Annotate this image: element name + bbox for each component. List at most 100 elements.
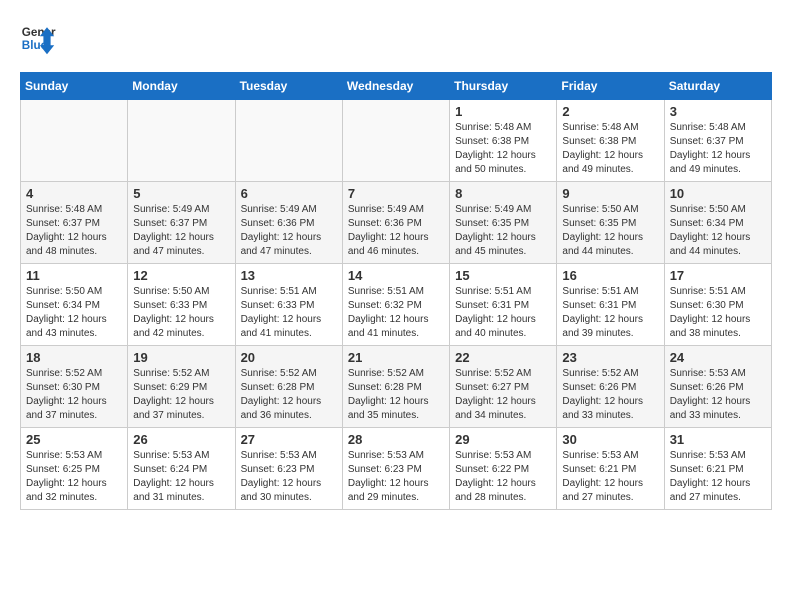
day-info: Sunrise: 5:50 AM Sunset: 6:33 PM Dayligh… [133, 285, 229, 341]
day-info: Sunrise: 5:49 AM Sunset: 6:36 PM Dayligh… [241, 203, 337, 259]
day-info: Sunrise: 5:49 AM Sunset: 6:36 PM Dayligh… [348, 203, 444, 259]
calendar-cell: 11 Sunrise: 5:50 AM Sunset: 6:34 PM Dayli… [21, 264, 128, 346]
calendar-cell: 26 Sunrise: 5:53 AM Sunset: 6:24 PM Dayli… [128, 428, 235, 510]
day-info: Sunrise: 5:52 AM Sunset: 6:30 PM Dayligh… [26, 367, 122, 423]
calendar-cell: 23 Sunrise: 5:52 AM Sunset: 6:26 PM Dayli… [557, 346, 664, 428]
calendar-cell: 5Sunrise: 5:49 AM Sunset: 6:37 PM Daylig… [128, 182, 235, 264]
calendar-cell: 3 Sunrise: 5:48 AM Sunset: 6:37 PM Daylig… [664, 100, 771, 182]
calendar-cell [21, 100, 128, 182]
day-number: 7 [348, 186, 444, 201]
day-info: Sunrise: 5:48 AM Sunset: 6:38 PM Dayligh… [455, 121, 551, 177]
day-info: Sunrise: 5:51 AM Sunset: 6:31 PM Dayligh… [562, 285, 658, 341]
calendar-cell: 24 Sunrise: 5:53 AM Sunset: 6:26 PM Dayli… [664, 346, 771, 428]
day-info: Sunrise: 5:50 AM Sunset: 6:34 PM Dayligh… [26, 285, 122, 341]
day-number: 10 [670, 186, 766, 201]
header-row: SundayMondayTuesdayWednesdayThursdayFrid… [21, 73, 772, 100]
calendar-cell: 12 Sunrise: 5:50 AM Sunset: 6:33 PM Dayli… [128, 264, 235, 346]
day-info: Sunrise: 5:52 AM Sunset: 6:27 PM Dayligh… [455, 367, 551, 423]
week-row-1: 1 Sunrise: 5:48 AM Sunset: 6:38 PM Daylig… [21, 100, 772, 182]
weekday-header-friday: Friday [557, 73, 664, 100]
day-number: 6 [241, 186, 337, 201]
day-number: 30 [562, 432, 658, 447]
day-info: Sunrise: 5:53 AM Sunset: 6:24 PM Dayligh… [133, 449, 229, 505]
day-info: Sunrise: 5:53 AM Sunset: 6:26 PM Dayligh… [670, 367, 766, 423]
day-number: 1 [455, 104, 551, 119]
calendar-cell [342, 100, 449, 182]
calendar-cell: 25Sunrise: 5:53 AM Sunset: 6:25 PM Dayli… [21, 428, 128, 510]
calendar-cell: 7 Sunrise: 5:49 AM Sunset: 6:36 PM Daylig… [342, 182, 449, 264]
calendar-cell: 9 Sunrise: 5:50 AM Sunset: 6:35 PM Daylig… [557, 182, 664, 264]
day-number: 23 [562, 350, 658, 365]
logo: General Blue [20, 20, 56, 56]
calendar-cell: 2 Sunrise: 5:48 AM Sunset: 6:38 PM Daylig… [557, 100, 664, 182]
calendar-cell: 15 Sunrise: 5:51 AM Sunset: 6:31 PM Dayli… [450, 264, 557, 346]
day-info: Sunrise: 5:50 AM Sunset: 6:35 PM Dayligh… [562, 203, 658, 259]
day-info: Sunrise: 5:53 AM Sunset: 6:23 PM Dayligh… [348, 449, 444, 505]
calendar-cell: 31 Sunrise: 5:53 AM Sunset: 6:21 PM Dayli… [664, 428, 771, 510]
day-info: Sunrise: 5:53 AM Sunset: 6:23 PM Dayligh… [241, 449, 337, 505]
weekday-header-sunday: Sunday [21, 73, 128, 100]
calendar-cell [235, 100, 342, 182]
day-number: 27 [241, 432, 337, 447]
day-number: 9 [562, 186, 658, 201]
day-number: 31 [670, 432, 766, 447]
day-info: Sunrise: 5:52 AM Sunset: 6:28 PM Dayligh… [241, 367, 337, 423]
day-number: 21 [348, 350, 444, 365]
day-number: 2 [562, 104, 658, 119]
day-info: Sunrise: 5:49 AM Sunset: 6:37 PM Dayligh… [133, 203, 229, 259]
calendar-cell: 29Sunrise: 5:53 AM Sunset: 6:22 PM Dayli… [450, 428, 557, 510]
calendar-cell: 16 Sunrise: 5:51 AM Sunset: 6:31 PM Dayli… [557, 264, 664, 346]
day-number: 28 [348, 432, 444, 447]
calendar-cell: 10 Sunrise: 5:50 AM Sunset: 6:34 PM Dayli… [664, 182, 771, 264]
week-row-2: 4 Sunrise: 5:48 AM Sunset: 6:37 PM Daylig… [21, 182, 772, 264]
day-info: Sunrise: 5:52 AM Sunset: 6:29 PM Dayligh… [133, 367, 229, 423]
day-number: 8 [455, 186, 551, 201]
day-number: 22 [455, 350, 551, 365]
day-info: Sunrise: 5:51 AM Sunset: 6:32 PM Dayligh… [348, 285, 444, 341]
day-info: Sunrise: 5:48 AM Sunset: 6:37 PM Dayligh… [26, 203, 122, 259]
day-number: 20 [241, 350, 337, 365]
weekday-header-thursday: Thursday [450, 73, 557, 100]
calendar-cell: 14 Sunrise: 5:51 AM Sunset: 6:32 PM Dayli… [342, 264, 449, 346]
day-number: 4 [26, 186, 122, 201]
day-number: 15 [455, 268, 551, 283]
day-number: 11 [26, 268, 122, 283]
logo-icon: General Blue [20, 20, 56, 56]
day-number: 12 [133, 268, 229, 283]
day-info: Sunrise: 5:52 AM Sunset: 6:26 PM Dayligh… [562, 367, 658, 423]
day-info: Sunrise: 5:53 AM Sunset: 6:21 PM Dayligh… [670, 449, 766, 505]
day-number: 13 [241, 268, 337, 283]
calendar-cell [128, 100, 235, 182]
weekday-header-wednesday: Wednesday [342, 73, 449, 100]
week-row-3: 11 Sunrise: 5:50 AM Sunset: 6:34 PM Dayli… [21, 264, 772, 346]
weekday-header-saturday: Saturday [664, 73, 771, 100]
calendar-cell: 1 Sunrise: 5:48 AM Sunset: 6:38 PM Daylig… [450, 100, 557, 182]
day-info: Sunrise: 5:52 AM Sunset: 6:28 PM Dayligh… [348, 367, 444, 423]
day-info: Sunrise: 5:53 AM Sunset: 6:21 PM Dayligh… [562, 449, 658, 505]
day-number: 3 [670, 104, 766, 119]
day-number: 24 [670, 350, 766, 365]
day-number: 19 [133, 350, 229, 365]
calendar-cell: 17Sunrise: 5:51 AM Sunset: 6:30 PM Dayli… [664, 264, 771, 346]
weekday-header-monday: Monday [128, 73, 235, 100]
day-info: Sunrise: 5:48 AM Sunset: 6:38 PM Dayligh… [562, 121, 658, 177]
calendar-cell: 4 Sunrise: 5:48 AM Sunset: 6:37 PM Daylig… [21, 182, 128, 264]
calendar-cell: 28 Sunrise: 5:53 AM Sunset: 6:23 PM Dayli… [342, 428, 449, 510]
calendar-cell: 6 Sunrise: 5:49 AM Sunset: 6:36 PM Daylig… [235, 182, 342, 264]
day-info: Sunrise: 5:48 AM Sunset: 6:37 PM Dayligh… [670, 121, 766, 177]
page-header: General Blue [20, 20, 772, 56]
day-number: 26 [133, 432, 229, 447]
day-info: Sunrise: 5:50 AM Sunset: 6:34 PM Dayligh… [670, 203, 766, 259]
calendar-table: SundayMondayTuesdayWednesdayThursdayFrid… [20, 72, 772, 510]
week-row-5: 25Sunrise: 5:53 AM Sunset: 6:25 PM Dayli… [21, 428, 772, 510]
week-row-4: 18Sunrise: 5:52 AM Sunset: 6:30 PM Dayli… [21, 346, 772, 428]
day-info: Sunrise: 5:49 AM Sunset: 6:35 PM Dayligh… [455, 203, 551, 259]
day-number: 14 [348, 268, 444, 283]
day-number: 16 [562, 268, 658, 283]
day-info: Sunrise: 5:51 AM Sunset: 6:31 PM Dayligh… [455, 285, 551, 341]
calendar-cell: 30 Sunrise: 5:53 AM Sunset: 6:21 PM Dayli… [557, 428, 664, 510]
day-info: Sunrise: 5:51 AM Sunset: 6:33 PM Dayligh… [241, 285, 337, 341]
calendar-cell: 27 Sunrise: 5:53 AM Sunset: 6:23 PM Dayli… [235, 428, 342, 510]
calendar-cell: 18Sunrise: 5:52 AM Sunset: 6:30 PM Dayli… [21, 346, 128, 428]
calendar-cell: 22 Sunrise: 5:52 AM Sunset: 6:27 PM Dayli… [450, 346, 557, 428]
